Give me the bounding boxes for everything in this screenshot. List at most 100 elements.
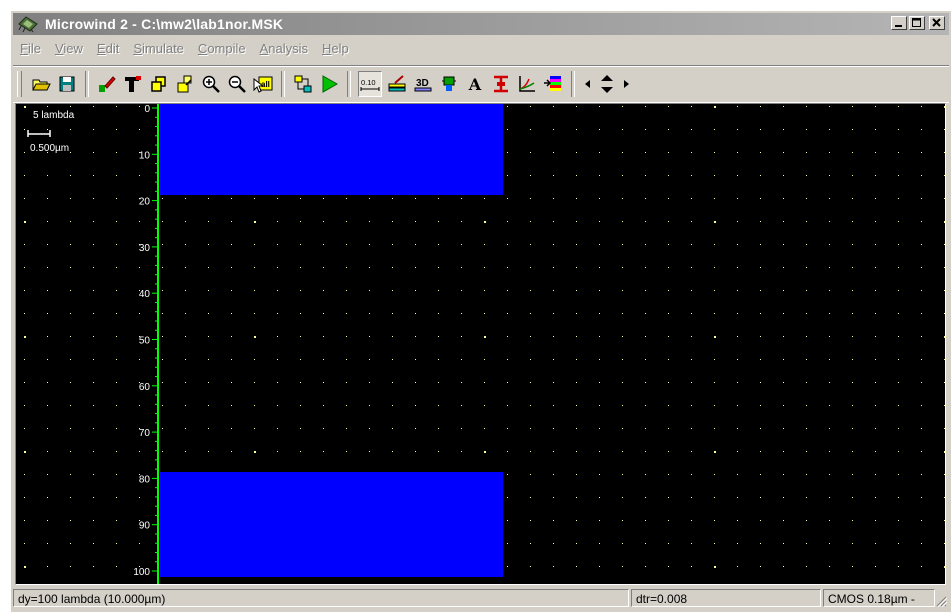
cross-section-icon[interactable] [490,72,512,96]
move-icon[interactable] [174,72,196,96]
minimize-icon[interactable] [891,16,907,30]
grid-dot [116,313,117,314]
grid-dot [760,313,761,314]
zoom-in-icon[interactable] [200,72,222,96]
layer-box-bottom[interactable] [160,472,503,577]
grid-dot [438,405,439,406]
grid-dot [208,267,209,268]
view-all-icon[interactable]: all [252,72,274,96]
run-simulation-icon[interactable] [318,72,340,96]
grid-dot [760,359,761,360]
layout-editor-drawing[interactable]: 0 10 20 30 40 50 60 70 80 90 100 5 lambda 0.500µm [16,104,945,584]
grid-dot [24,474,25,475]
status-technology: CMOS 0.18µm - [823,589,935,607]
menu-edit[interactable]: Edit [90,41,126,56]
menu-file[interactable]: File [13,41,48,56]
grid-dot [24,244,25,245]
grid-dot [737,129,738,130]
text-icon[interactable]: A [464,72,486,96]
zoom-out-icon[interactable] [226,72,248,96]
title-bar[interactable]: Microwind 2 - C:\mw2\lab1nor.MSK [13,13,949,35]
menu-simulate[interactable]: Simulate [126,41,191,56]
draw-box-icon[interactable] [96,72,118,96]
layout-canvas[interactable]: 0 10 20 30 40 50 60 70 80 90 100 5 lambda 0.500µm [15,103,946,585]
menu-analysis[interactable]: Analysis [253,41,315,56]
grid-dot [70,359,71,360]
grid-dot [760,566,761,567]
grid-dot [875,152,876,153]
grid-dot [392,244,393,245]
grid-dot [783,566,784,567]
grid-dot [806,267,807,268]
grid-dot [24,566,26,568]
grid-dot [116,336,117,337]
grid-dot [231,290,232,291]
grid-dot [714,129,715,130]
palette-icon[interactable] [542,72,564,96]
grid-dot [484,405,485,406]
maximize-icon[interactable] [909,16,925,30]
grid-dot [139,106,140,107]
compile-icon[interactable] [292,72,314,96]
grid-dot [737,451,738,452]
grid-dot [24,313,25,314]
resize-grip-icon[interactable] [935,595,947,607]
grid-dot [714,474,715,475]
scale-icon[interactable]: 0.10 [358,71,382,97]
grid-dot [47,405,48,406]
grid-dot [829,152,830,153]
scale-label-um: 0.500µm [30,143,69,154]
grid-dot [392,382,393,383]
grid-dot [599,106,600,107]
grid-dot [645,313,646,314]
menu-compile[interactable]: Compile [191,41,253,56]
save-icon[interactable] [56,72,78,96]
grid-dot [921,359,922,360]
analog-plot-icon[interactable] [516,72,538,96]
measure-icon[interactable] [386,72,408,96]
toolbar-grip[interactable] [17,71,22,97]
grid-dot [231,359,232,360]
grid-dot [898,129,899,130]
layer-box-top[interactable] [160,104,503,195]
ruler-tick-label: 40 [139,289,151,300]
grid-dot [829,244,830,245]
grid-dot [599,267,600,268]
text-tool-label: A [468,74,482,94]
close-icon[interactable] [929,16,945,30]
grid-dot [760,198,761,199]
grid-dot [24,106,26,108]
grid-dot [553,129,554,130]
connect-icon[interactable] [438,72,460,96]
grid-dot [921,175,922,176]
3d-view-icon[interactable]: 3D [412,72,434,96]
protect-icon[interactable] [122,72,144,96]
grid-dot [898,152,899,153]
grid-dot [93,313,94,314]
grid-dot [806,474,807,475]
grid-dot [392,221,393,222]
grid-dot [921,566,922,567]
grid-dot [944,198,945,199]
duplicate-icon[interactable] [148,72,170,96]
grid-dot [553,451,554,452]
grid-dot [116,175,117,176]
menu-help[interactable]: Help [315,41,356,56]
grid-dot [852,359,853,360]
grid-dot [737,405,738,406]
grid-dot [323,451,324,452]
grid-dot [645,290,646,291]
grid-dot [47,382,48,383]
navigate-arrows-icon[interactable] [582,72,632,96]
menu-view[interactable]: View [48,41,90,56]
grid-dot [760,428,761,429]
grid-dot [231,382,232,383]
grid-dot [208,313,209,314]
open-folder-icon[interactable] [30,72,52,96]
grid-dot [47,198,48,199]
grid-dot [944,221,945,223]
grid-dot [806,497,807,498]
grid-dot [369,313,370,314]
grid-dot [783,428,784,429]
grid-dot [714,244,715,245]
